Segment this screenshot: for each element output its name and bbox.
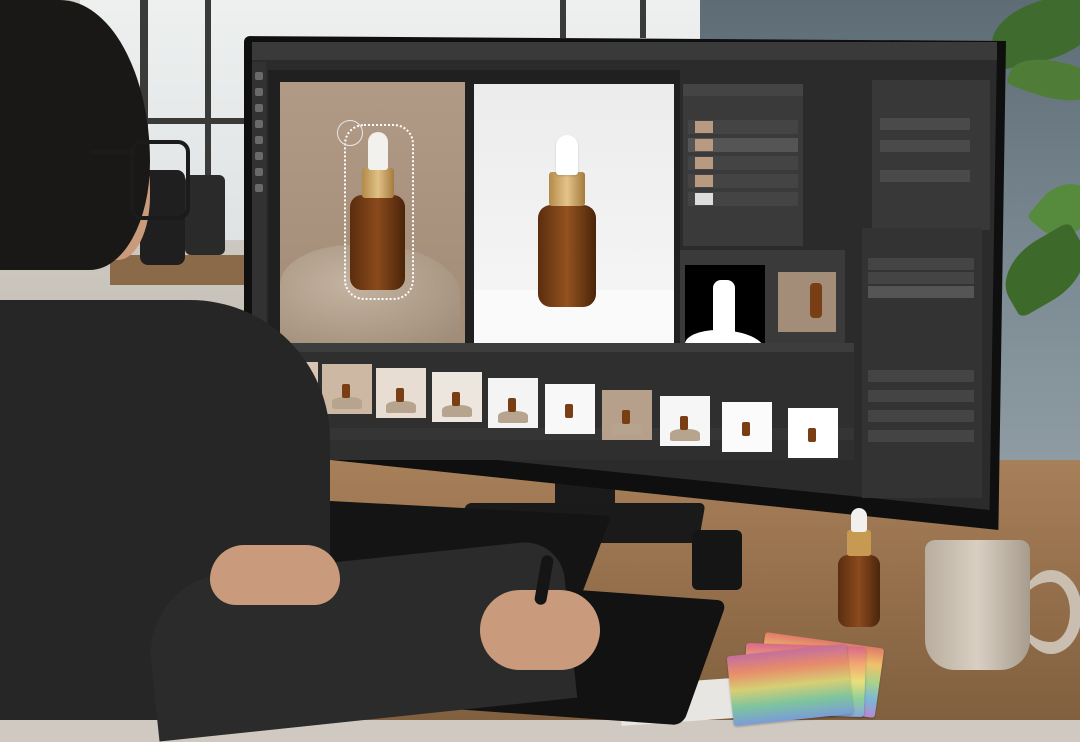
bottle-cap bbox=[847, 530, 871, 556]
layer-thumbnail bbox=[695, 175, 713, 187]
thumbnail-rock bbox=[612, 423, 642, 435]
swatch-card bbox=[726, 643, 854, 727]
filmstrip-thumbnail[interactable] bbox=[376, 368, 426, 418]
brush-tool-icon[interactable] bbox=[255, 136, 263, 144]
thumbnail-bottle bbox=[396, 388, 404, 402]
color-swatches bbox=[726, 631, 890, 727]
properties-panel bbox=[872, 80, 990, 230]
layer-thumbnail bbox=[695, 121, 713, 133]
channel-thumbnail[interactable] bbox=[778, 272, 836, 332]
filmstrip-thumbnail[interactable] bbox=[545, 384, 595, 434]
panel-row[interactable] bbox=[868, 370, 974, 382]
panel-row[interactable] bbox=[868, 390, 974, 402]
crop-tool-icon[interactable] bbox=[255, 120, 263, 128]
window-mullion bbox=[140, 118, 250, 124]
thumbnail-rock bbox=[498, 411, 528, 423]
filmstrip-thumbnail[interactable] bbox=[602, 390, 652, 440]
thumbnail-rock bbox=[386, 401, 416, 413]
thumbnail-bottle bbox=[342, 384, 350, 398]
layer-thumbnail bbox=[695, 193, 713, 205]
glasses bbox=[130, 140, 190, 220]
lasso-tool-icon[interactable] bbox=[255, 104, 263, 112]
thumbnail-rock bbox=[332, 397, 362, 409]
thumbnail-bottle bbox=[622, 410, 630, 424]
property-row[interactable] bbox=[880, 118, 970, 130]
thumbnail-bottle bbox=[508, 398, 516, 412]
thumbnail-bottle bbox=[565, 404, 573, 418]
zoom-tool-icon[interactable] bbox=[255, 184, 263, 192]
eraser-tool-icon[interactable] bbox=[255, 152, 263, 160]
thumbnail-rock bbox=[670, 429, 700, 441]
property-slider[interactable] bbox=[880, 140, 970, 152]
panel-row[interactable] bbox=[868, 410, 974, 422]
window-mullion bbox=[560, 0, 566, 38]
thumbnail-bottle bbox=[680, 416, 688, 430]
layer-thumbnail bbox=[695, 139, 713, 151]
mug bbox=[925, 540, 1030, 670]
thumbnail-rock bbox=[442, 405, 472, 417]
panel-row[interactable] bbox=[868, 286, 974, 298]
move-tool-icon[interactable] bbox=[255, 72, 263, 80]
bottle-cap bbox=[549, 172, 585, 206]
dropper-bottle bbox=[538, 205, 596, 307]
type-tool-icon[interactable] bbox=[255, 168, 263, 176]
filmstrip-thumbnail[interactable] bbox=[488, 378, 538, 428]
menu-bar bbox=[252, 42, 997, 60]
layer-thumbnail bbox=[695, 157, 713, 169]
filmstrip-thumbnail[interactable] bbox=[660, 396, 710, 446]
panel-row[interactable] bbox=[868, 430, 974, 442]
glasses-arm bbox=[90, 150, 135, 154]
small-cup bbox=[692, 530, 742, 590]
property-row[interactable] bbox=[880, 170, 970, 182]
filmstrip-thumbnail[interactable] bbox=[722, 402, 772, 452]
panel-row[interactable] bbox=[868, 258, 974, 270]
channel-thumbnail-bottle bbox=[810, 283, 822, 318]
camera-lens bbox=[185, 175, 225, 255]
filmstrip-thumbnail[interactable] bbox=[432, 372, 482, 422]
thumbnail-bottle bbox=[742, 422, 750, 436]
thumbnail-bottle bbox=[808, 428, 816, 442]
layers-tab[interactable] bbox=[683, 84, 803, 96]
dropper-bulb bbox=[851, 508, 867, 532]
panel-row[interactable] bbox=[868, 272, 974, 284]
thumbnail-bottle bbox=[452, 392, 460, 406]
filmstrip-thumbnail[interactable] bbox=[322, 364, 372, 414]
brush-cursor-icon bbox=[337, 120, 363, 146]
selection-marquee bbox=[344, 124, 414, 300]
person-hand bbox=[210, 545, 340, 605]
window-mullion bbox=[640, 0, 646, 38]
dropper-bulb bbox=[556, 135, 578, 175]
dropper-bottle bbox=[838, 555, 880, 627]
marquee-tool-icon[interactable] bbox=[255, 88, 263, 96]
filmstrip-thumbnail[interactable] bbox=[788, 408, 838, 458]
